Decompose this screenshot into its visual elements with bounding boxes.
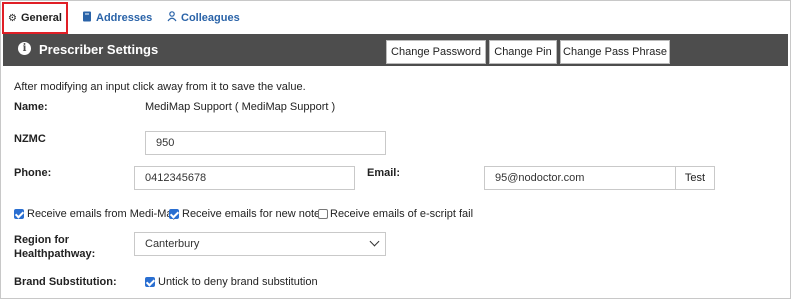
test-email-button[interactable]: Test — [675, 166, 715, 190]
nzmc-label: NZMC — [14, 133, 46, 145]
tab-addresses-label: Addresses — [96, 12, 153, 24]
nzmc-input[interactable]: 950 — [145, 131, 386, 155]
region-label-line2: Healthpathway: — [14, 248, 96, 260]
receive-medimap-emails-checkbox[interactable] — [14, 209, 24, 219]
receive-medimap-emails-label: Receive emails from Medi-Map — [27, 208, 179, 220]
region-label-line1: Region for — [14, 234, 69, 246]
phone-label: Phone: — [14, 167, 52, 179]
tab-bar: ⚙ General Addresses Colleagues — [0, 0, 791, 34]
change-pass-phrase-button[interactable]: Change Pass Phrase — [560, 40, 670, 64]
tab-addresses[interactable]: Addresses — [82, 3, 152, 33]
name-label: Name: — [14, 101, 48, 113]
info-icon: i — [18, 42, 31, 55]
region-select[interactable]: Canterbury — [134, 232, 386, 256]
tab-general[interactable]: ⚙ General — [2, 2, 68, 34]
tab-colleagues[interactable]: Colleagues — [167, 3, 240, 33]
change-password-button[interactable]: Change Password — [386, 40, 486, 64]
brand-substitution-label: Brand Substitution: — [14, 276, 117, 288]
receive-new-notes-checkbox[interactable] — [169, 209, 179, 219]
chevron-down-icon — [369, 236, 380, 247]
email-input[interactable]: 95@nodoctor.com — [484, 166, 676, 190]
receive-escript-fail-label: Receive emails of e-script fail — [330, 208, 474, 220]
receive-new-notes-label: Receive emails for new notes — [182, 208, 326, 220]
gear-icon: ⚙ — [8, 12, 17, 24]
tab-colleagues-label: Colleagues — [181, 12, 240, 24]
instructions-text: After modifying an input click away from… — [14, 81, 306, 93]
name-value: MediMap Support ( MediMap Support ) — [145, 101, 336, 113]
book-icon — [82, 11, 92, 25]
brand-substitution-checkbox[interactable] — [145, 277, 155, 287]
receive-escript-fail-checkbox[interactable] — [318, 209, 328, 219]
region-select-value: Canterbury — [145, 238, 200, 250]
change-pin-button[interactable]: Change Pin — [489, 40, 557, 64]
users-icon — [167, 11, 177, 25]
email-label: Email: — [367, 167, 401, 179]
brand-substitution-text: Untick to deny brand substitution — [158, 276, 318, 288]
settings-header: i Prescriber Settings Change Password Ch… — [3, 34, 788, 66]
tab-general-label: General — [21, 12, 62, 24]
phone-input[interactable]: 0412345678 — [134, 166, 355, 190]
page-title: Prescriber Settings — [39, 42, 159, 57]
